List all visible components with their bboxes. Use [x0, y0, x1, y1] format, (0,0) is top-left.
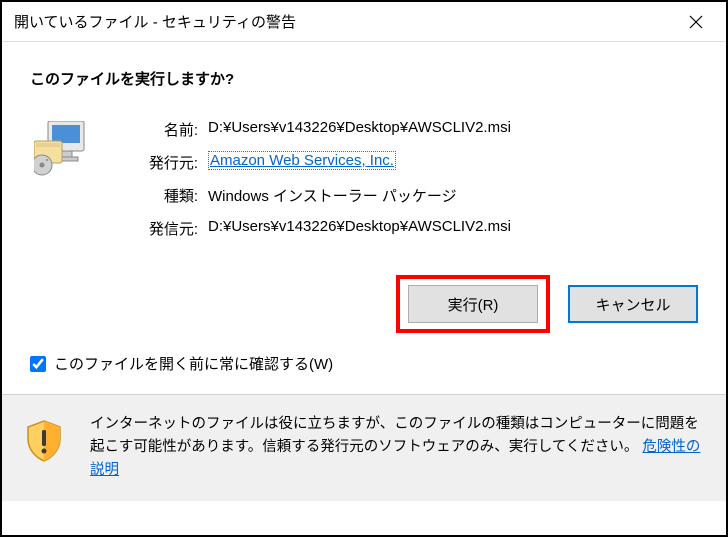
source-value: D:¥Users¥v143226¥Desktop¥AWSCLIV2.msi — [208, 218, 511, 239]
close-button[interactable] — [674, 5, 718, 39]
warning-section: インターネットのファイルは役に立ちますが、このファイルの種類はコンピューターに問… — [2, 395, 726, 501]
file-icon-column — [30, 119, 130, 251]
name-label: 名前: — [130, 119, 208, 140]
publisher-label: 発行元: — [130, 152, 208, 173]
warning-text-content: インターネットのファイルは役に立ちますが、このファイルの種類はコンピューターに問… — [90, 416, 699, 455]
titlebar: 開いているファイル - セキュリティの警告 — [2, 2, 726, 42]
upper-section: このファイルを実行しますか? — [2, 42, 726, 394]
run-button-highlight: 実行(R) — [396, 275, 550, 333]
name-value: D:¥Users¥v143226¥Desktop¥AWSCLIV2.msi — [208, 119, 511, 140]
type-value: Windows インストーラー パッケージ — [208, 185, 457, 206]
detail-row-source: 発信元: D:¥Users¥v143226¥Desktop¥AWSCLIV2.m… — [130, 218, 698, 239]
button-row: 実行(R) キャンセル — [30, 285, 698, 323]
installer-icon — [34, 121, 88, 177]
publisher-value: Amazon Web Services, Inc. — [208, 152, 396, 173]
close-icon — [689, 15, 703, 29]
window-title: 開いているファイル - セキュリティの警告 — [14, 11, 674, 32]
always-confirm-label[interactable]: このファイルを開く前に常に確認する(W) — [54, 353, 333, 374]
run-button[interactable]: 実行(R) — [408, 285, 538, 323]
checkbox-row: このファイルを開く前に常に確認する(W) — [30, 353, 698, 374]
file-details: 名前: D:¥Users¥v143226¥Desktop¥AWSCLIV2.ms… — [130, 119, 698, 251]
detail-row-name: 名前: D:¥Users¥v143226¥Desktop¥AWSCLIV2.ms… — [130, 119, 698, 140]
shield-warning-icon — [22, 419, 66, 463]
question-text: このファイルを実行しますか? — [30, 68, 698, 89]
source-label: 発信元: — [130, 218, 208, 239]
always-confirm-checkbox[interactable] — [30, 356, 46, 372]
detail-row-type: 種類: Windows インストーラー パッケージ — [130, 185, 698, 206]
detail-row-publisher: 発行元: Amazon Web Services, Inc. — [130, 152, 698, 173]
type-label: 種類: — [130, 185, 208, 206]
warning-text: インターネットのファイルは役に立ちますが、このファイルの種類はコンピューターに問… — [90, 413, 702, 483]
cancel-button[interactable]: キャンセル — [568, 285, 698, 323]
file-info-row: 名前: D:¥Users¥v143226¥Desktop¥AWSCLIV2.ms… — [30, 119, 698, 251]
publisher-link[interactable]: Amazon Web Services, Inc. — [208, 151, 396, 170]
security-warning-dialog: 開いているファイル - セキュリティの警告 このファイルを実行しますか? — [0, 0, 728, 537]
dialog-content: このファイルを実行しますか? — [2, 42, 726, 535]
